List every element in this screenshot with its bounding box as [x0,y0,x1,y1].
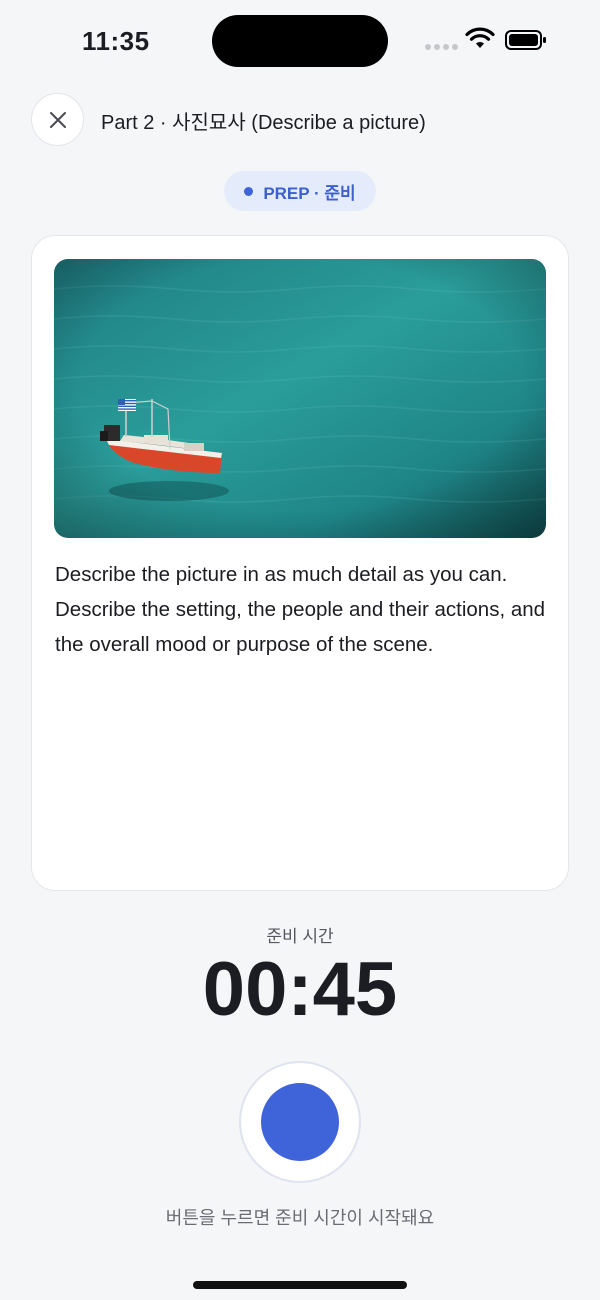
timer-label: 준비 시간 [266,927,334,946]
prompt-image [54,259,546,538]
phase-dot-icon [244,186,254,196]
start-hint: 버튼을 누르면 준비 시간이 시작돼요 [165,1208,435,1228]
start-dot-icon [261,1083,339,1161]
start-prep-button[interactable] [239,1061,361,1183]
close-button[interactable] [31,93,84,146]
wifi-icon [465,27,495,48]
close-icon [49,111,66,128]
timer-value: 00:45 [202,947,398,1032]
status-bar: 11:35 [0,0,600,84]
prompt-card: Describe the picture in as much detail a… [31,235,569,891]
boat-on-water-image [54,259,546,538]
cellular-signal-icon [425,44,458,50]
page-title: Part 2 · 사진묘사 (Describe a picture) [101,112,426,134]
status-time: 11:35 [82,26,150,56]
home-indicator[interactable] [193,1281,407,1289]
prompt-instructions: Describe the picture in as much detail a… [55,563,546,656]
battery-icon [505,30,546,50]
phase-label: PREP · 준비 [263,183,356,203]
dynamic-island [212,15,388,67]
phase-badge: PREP · 준비 [224,171,376,211]
